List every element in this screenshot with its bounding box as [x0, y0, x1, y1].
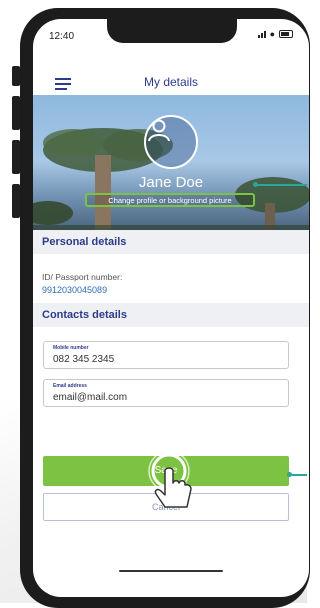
mobile-number-label: Mobile number	[53, 345, 89, 351]
avatar[interactable]	[144, 115, 198, 169]
app-header: My details	[33, 65, 309, 95]
mobile-number-value: 082 345 2345	[53, 354, 115, 365]
mobile-number-field[interactable]: Mobile number 082 345 2345	[43, 341, 289, 369]
home-indicator	[119, 570, 223, 572]
personal-details-heading: Personal details	[33, 230, 309, 254]
callout-dot-top	[253, 182, 258, 187]
phone-side-button	[12, 66, 20, 86]
contacts-details-heading: Contacts details	[33, 303, 309, 327]
phone-volume-up-button	[12, 96, 20, 130]
battery-icon	[279, 30, 293, 38]
callout-dot-bottom	[287, 472, 292, 477]
phone-screen: 12:40 ● My details Jane Doe Change profi…	[33, 19, 309, 597]
phone-extra-button	[12, 184, 20, 218]
phone-notch	[107, 19, 237, 43]
signal-icon	[257, 31, 266, 38]
email-address-value: email@mail.com	[53, 392, 128, 403]
page-title: My details	[143, 75, 199, 89]
id-passport-label: ID/ Passport number:	[42, 272, 123, 282]
status-icons: ●	[257, 29, 293, 39]
user-icon	[148, 119, 170, 142]
phone-volume-down-button	[12, 140, 20, 174]
status-time: 12:40	[49, 31, 75, 42]
change-picture-link[interactable]: Change profile or background picture	[85, 193, 255, 207]
id-passport-value: 9912030045089	[42, 285, 108, 295]
profile-name: Jane Doe	[138, 174, 204, 191]
wifi-icon: ●	[269, 29, 275, 39]
tap-gesture-icon	[148, 450, 192, 508]
email-address-label: Email address	[53, 383, 87, 389]
profile-background[interactable]: Jane Doe Change profile or background pi…	[33, 95, 309, 243]
callout-line-top	[255, 184, 307, 186]
email-address-field[interactable]: Email address email@mail.com	[43, 379, 289, 407]
